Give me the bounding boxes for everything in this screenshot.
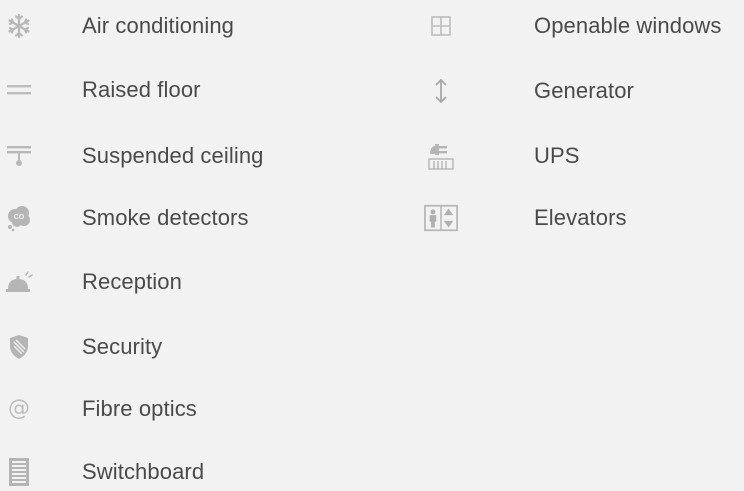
svg-text:CO: CO	[14, 214, 25, 221]
amenity-label: Fibre optics	[82, 396, 197, 421]
amenity-elevators: Elevators	[424, 198, 627, 238]
amenity-suspended-ceiling: Suspended ceiling	[0, 136, 263, 176]
suspended-ceiling-icon	[2, 139, 36, 173]
amenity-switchboard: Switchboard	[0, 452, 204, 491]
amenity-security: Security	[0, 327, 162, 367]
amenity-label: Security	[82, 334, 163, 359]
reception-bell-icon	[2, 265, 36, 299]
amenity-reception: Reception	[0, 262, 182, 302]
amenity-label: Smoke detectors	[82, 205, 249, 230]
at-sign-icon: @	[8, 396, 30, 421]
amenity-label: Reception	[82, 269, 182, 294]
smoke-detector-icon: CO	[2, 201, 36, 235]
elevator-icon	[424, 201, 458, 235]
amenity-openable-windows: Openable windows	[424, 6, 721, 46]
amenity-label: Raised floor	[82, 77, 201, 102]
amenity-smoke-detectors: CO Smoke detectors	[0, 198, 248, 238]
amenity-air-conditioning: Air conditioning	[0, 6, 234, 46]
amenity-label: Suspended ceiling	[82, 143, 264, 168]
ups-plug-icon	[424, 139, 458, 173]
raised-floor-icon	[2, 73, 36, 107]
vertical-arrows-icon	[424, 74, 458, 108]
amenity-label: Air conditioning	[82, 13, 235, 38]
amenity-fibre-optics: @ Fibre optics	[0, 389, 197, 429]
amenity-generator: Generator	[424, 71, 634, 111]
amenities-list: Air conditioning Raised floor Suspended …	[0, 0, 744, 491]
amenity-ups: UPS	[424, 136, 579, 176]
shield-icon	[2, 330, 36, 364]
window-icon	[424, 9, 458, 43]
amenity-raised-floor: Raised floor	[0, 70, 200, 110]
switchboard-icon	[2, 455, 36, 489]
amenity-label: Generator	[534, 78, 634, 103]
amenity-label: Switchboard	[82, 459, 205, 484]
amenity-label: UPS	[534, 143, 580, 168]
amenity-label: Openable windows	[534, 13, 722, 38]
amenity-label: Elevators	[534, 205, 627, 230]
snowflake-icon	[2, 9, 36, 43]
